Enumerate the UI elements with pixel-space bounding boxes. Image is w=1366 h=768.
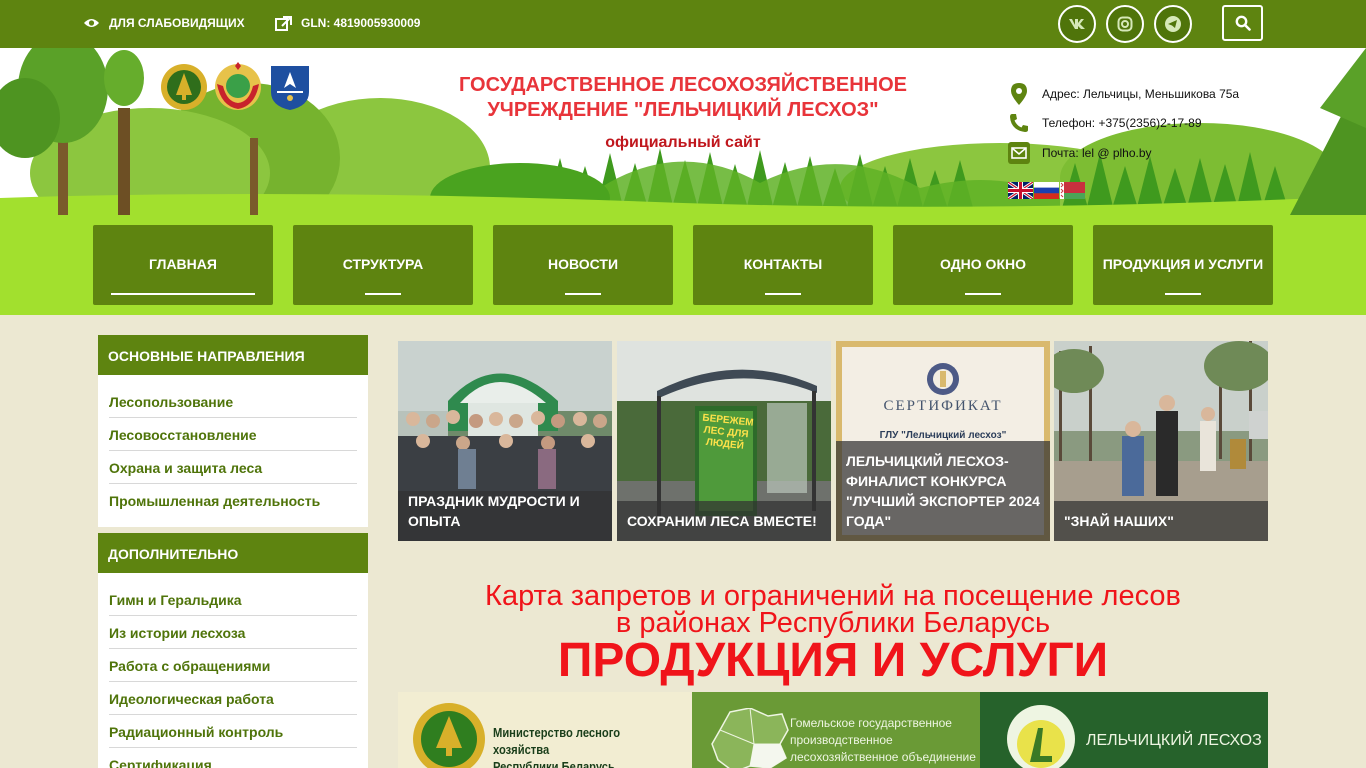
external-link-icon [275, 15, 292, 31]
address-text: Адрес: Лельчицы, Меньшикова 75а [1042, 87, 1240, 101]
forest-restrictions-map-link[interactable]: Карта запретов и ограничений на посещени… [398, 580, 1268, 639]
telegram-icon [1165, 16, 1181, 32]
search-button[interactable] [1222, 5, 1263, 41]
sidebar-item-forest-protection[interactable]: Охрана и защита леса [109, 451, 357, 484]
belarus-emblem [215, 62, 261, 110]
telegram-button[interactable] [1154, 5, 1192, 43]
sidebar-item-ideology[interactable]: Идеологическая работа [109, 682, 357, 715]
nav-home[interactable]: ГЛАВНАЯ [93, 225, 273, 305]
email-text[interactable]: Почта: lel @ plho.by [1042, 146, 1152, 160]
nav-one-window-label: ОДНО ОКНО [939, 256, 1026, 272]
top-bar: ДЛЯ СЛАБОВИДЯЩИХ GLN: 4819005930009 [0, 0, 1366, 48]
leshoz-banner-text: ЛЕЛЬЧИЦКИЙ ЛЕСХОЗ [1086, 732, 1262, 749]
partners-banner: Министерство лесного хозяйства Республик… [398, 692, 1268, 768]
news-cert-org: ГЛУ "Лельчицкий лесхоз" [879, 430, 1007, 441]
news-card[interactable]: ПРАЗДНИК МУДРОСТИ И ОПЫТА [398, 341, 612, 541]
envelope-icon [1008, 142, 1030, 164]
leshoz-emblem [161, 64, 207, 110]
sidebar-item-history[interactable]: Из истории лесхоза [109, 616, 357, 649]
map-pin-icon [1008, 83, 1030, 105]
leshoz-banner-link[interactable]: ЛЕЛЬЧИЦКИЙ ЛЕСХОЗ [980, 692, 1268, 768]
map-link-line1: Карта запретов и ограничений на посещени… [485, 580, 1181, 612]
sidebar-extra: ДОПОЛНИТЕЛЬНО Гимн и Геральдика Из истор… [98, 533, 368, 768]
vk-icon [1069, 19, 1085, 29]
ministry-emblem-icon [413, 703, 485, 768]
nav-one-window[interactable]: ОДНО ОКНО [893, 225, 1073, 305]
sidebar-main-title: ОСНОВНЫЕ НАПРАВЛЕНИЯ [98, 335, 368, 375]
news-caption: "ЗНАЙ НАШИХ" [1054, 501, 1268, 541]
nav-news-label: НОВОСТИ [547, 256, 619, 272]
gomel-banner-link[interactable]: Гомельское государственное производствен… [692, 692, 980, 768]
news-caption: СОХРАНИМ ЛЕСА ВМЕСТЕ! [617, 501, 831, 541]
eye-icon [84, 19, 99, 27]
nav-structure[interactable]: СТРУКТУРА [293, 225, 473, 305]
sidebar-item-radiation[interactable]: Радиационный контроль [109, 715, 357, 748]
sidebar-main-directions: ОСНОВНЫЕ НАПРАВЛЕНИЯ Лесопользование Лес… [98, 335, 368, 527]
news-cert-title: СЕРТИФИКАТ [883, 398, 1003, 414]
gomel-line1: Гомельское государственное [790, 716, 952, 730]
nav-home-label: ГЛАВНАЯ [149, 256, 217, 272]
news-sign-text: БЕРЕЖЕМ ЛЕС ДЛЯ ЛЮДЕЙ [701, 412, 754, 452]
flag-by-icon[interactable] [1060, 182, 1085, 199]
vk-button[interactable] [1058, 5, 1096, 43]
nav-products[interactable]: ПРОДУКЦИЯ И УСЛУГИ [1093, 225, 1273, 305]
sidebar-item-forest-use[interactable]: Лесопользование [109, 385, 357, 418]
map-link-line2: в районах Республики Беларусь [615, 607, 1051, 639]
accessibility-label: ДЛЯ СЛАБОВИДЯЩИХ [109, 16, 245, 30]
gln-link[interactable]: GLN: 4819005930009 [275, 14, 420, 32]
gln-label: GLN: 4819005930009 [301, 16, 421, 30]
search-icon [1235, 15, 1251, 31]
news-card[interactable]: "ЗНАЙ НАШИХ" [1054, 341, 1268, 541]
accessibility-link[interactable]: ДЛЯ СЛАБОВИДЯЩИХ [83, 14, 245, 32]
belarus-map-icon [711, 708, 789, 768]
sidebar-item-anthem[interactable]: Гимн и Геральдика [109, 583, 357, 616]
main-nav: ГЛАВНАЯ СТРУКТУРА НОВОСТИ КОНТАКТЫ ОДНО … [0, 215, 1366, 315]
district-emblem [271, 66, 309, 110]
ministry-line2: Республики Беларусь [493, 759, 615, 768]
sidebar-item-appeals[interactable]: Работа с обращениями [109, 649, 357, 682]
site-header: ГОСУДАРСТВЕННОЕ ЛЕСОХОЗЯЙСТВЕННОЕ УЧРЕЖД… [0, 48, 1366, 215]
instagram-button[interactable] [1106, 5, 1144, 43]
phone-icon [1008, 112, 1030, 134]
gomel-line3: лесохозяйственное объединение [790, 750, 976, 764]
news-caption: ЛЕЛЬЧИЦКИЙ ЛЕСХОЗ-ФИНАЛИСТ КОНКУРСА "ЛУЧ… [836, 441, 1050, 541]
gomel-line2: производственное [790, 733, 893, 747]
nav-structure-label: СТРУКТУРА [342, 256, 424, 272]
sidebar-item-certification[interactable]: Сертификация [109, 748, 357, 768]
flag-en-icon[interactable] [1008, 182, 1033, 199]
news-caption: ПРАЗДНИК МУДРОСТИ И ОПЫТА [398, 491, 612, 541]
news-card[interactable]: БЕРЕЖЕМ ЛЕС ДЛЯ ЛЮДЕЙ СОХРАНИМ ЛЕСА ВМЕС… [617, 341, 831, 541]
sidebar-item-reforestation[interactable]: Лесовосстановление [109, 418, 357, 451]
site-subtitle: официальный сайт [605, 134, 761, 151]
instagram-icon [1117, 16, 1133, 32]
flag-ru-icon[interactable] [1034, 182, 1059, 199]
ministry-banner-link[interactable]: Министерство лесного хозяйства Республик… [398, 692, 692, 768]
sidebar-extra-title: ДОПОЛНИТЕЛЬНО [98, 533, 368, 573]
products-heading: ПРОДУКЦИЯ И УСЛУГИ [557, 634, 1109, 687]
leshoz-logo-icon [1007, 705, 1075, 768]
nav-news[interactable]: НОВОСТИ [493, 225, 673, 305]
address-row: Адрес: Лельчицы, Меньшикова 75а [1008, 83, 1239, 105]
phone-text[interactable]: Телефон: +375(2356)2-17-89 [1042, 116, 1202, 130]
news-card[interactable]: СЕРТИФИКАТ ГЛУ "Лельчицкий лесхоз" ЛЕЛЬЧ… [836, 341, 1050, 541]
language-switcher [1008, 182, 1085, 199]
ministry-line1: Министерство лесного хозяйства [493, 725, 621, 757]
nav-contacts[interactable]: КОНТАКТЫ [693, 225, 873, 305]
nav-products-label: ПРОДУКЦИЯ И УСЛУГИ [1102, 256, 1264, 272]
email-row: Почта: lel @ plho.by [1008, 142, 1152, 164]
sidebar-item-industry[interactable]: Промышленная деятельность [109, 484, 357, 517]
phone-row: Телефон: +375(2356)2-17-89 [1008, 112, 1202, 134]
site-title: ГОСУДАРСТВЕННОЕ ЛЕСОХОЗЯЙСТВЕННОЕ УЧРЕЖД… [458, 74, 908, 121]
nav-contacts-label: КОНТАКТЫ [743, 256, 823, 272]
